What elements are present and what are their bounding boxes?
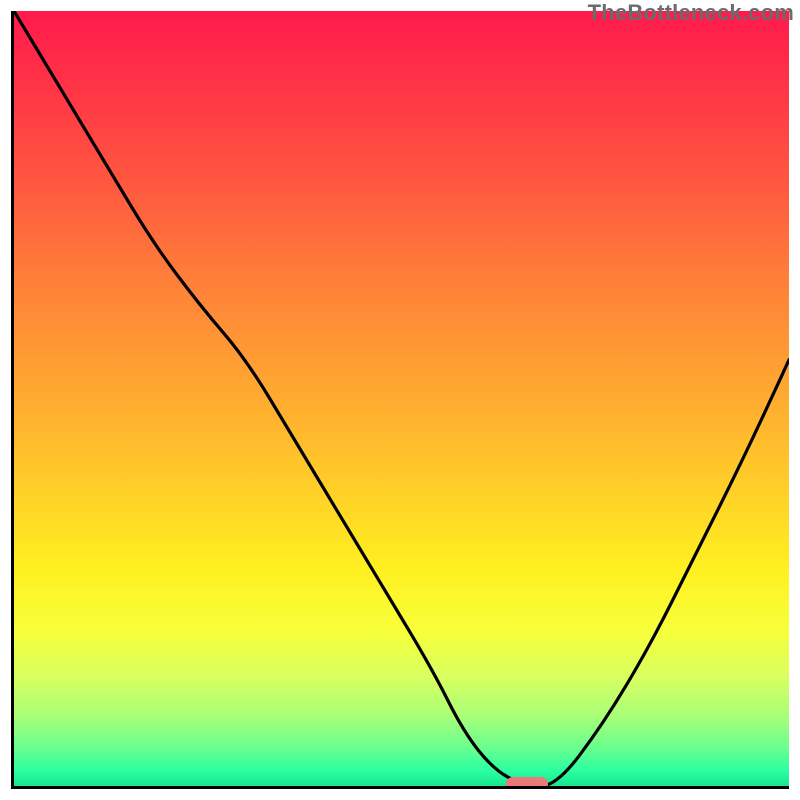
plot-area [11,11,789,789]
bottleneck-chart: TheBottleneck.com [0,0,800,800]
watermark-label: TheBottleneck.com [588,0,794,26]
bottleneck-curve [14,11,789,786]
optimal-marker [506,777,548,789]
